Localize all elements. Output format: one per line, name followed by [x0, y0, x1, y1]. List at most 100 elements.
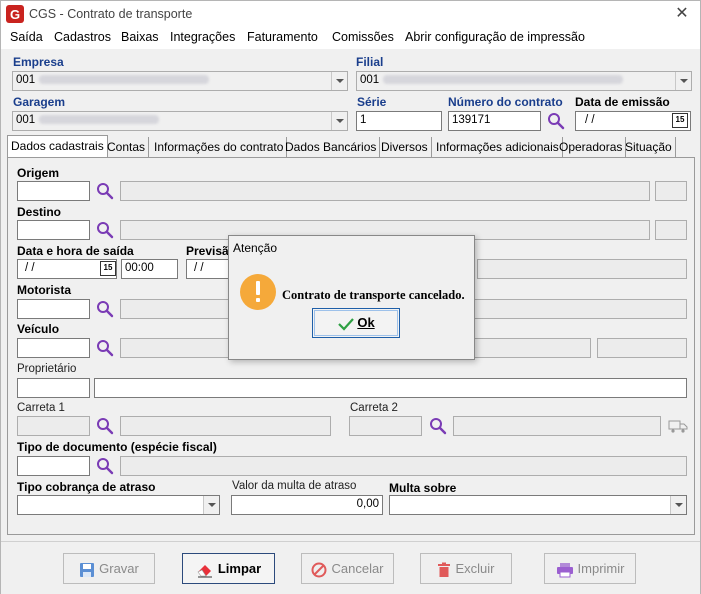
- filial-select[interactable]: 001: [356, 71, 692, 91]
- menu-cadastros[interactable]: Cadastros: [54, 30, 111, 44]
- tab-operadoras[interactable]: Operadoras: [556, 137, 627, 157]
- multa-sobre-label: Multa sobre: [389, 481, 457, 495]
- filial-code: 001: [360, 74, 380, 86]
- menu-integracoes[interactable]: Integrações: [170, 30, 235, 44]
- search-icon[interactable]: [547, 112, 565, 130]
- tipo-documento-code-input[interactable]: [17, 456, 90, 476]
- valor-multa-input[interactable]: 0,00: [231, 495, 383, 515]
- destino-label: Destino: [17, 205, 62, 219]
- tab-dados-bancarios[interactable]: Dados Bancários: [282, 137, 381, 157]
- veiculo-code-input[interactable]: [17, 338, 90, 358]
- tab-situacao[interactable]: Situação: [622, 137, 676, 157]
- imprimir-button[interactable]: Imprimir: [544, 553, 636, 584]
- menu-abrir-config-impressao[interactable]: Abrir configuração de impressão: [405, 30, 585, 44]
- serie-label: Série: [357, 95, 387, 109]
- garagem-name-redacted: [39, 115, 160, 125]
- chevron-down-icon[interactable]: [675, 72, 691, 90]
- veiculo-placa-field: [597, 338, 687, 358]
- previsao-value: / /: [194, 262, 204, 274]
- origem-code-input[interactable]: [17, 181, 90, 201]
- previsao-label: Previsã: [186, 244, 229, 258]
- excluir-button[interactable]: Excluir: [420, 553, 512, 584]
- search-icon[interactable]: [96, 417, 114, 435]
- numero-contrato-label: Número do contrato: [448, 95, 563, 109]
- garagem-code: 001: [16, 114, 36, 126]
- search-icon[interactable]: [96, 182, 114, 200]
- proprietario-label: Proprietário: [17, 363, 77, 375]
- carreta1-code-field: [17, 416, 90, 436]
- tab-informacoes-contrato[interactable]: Informações do contrato: [151, 137, 288, 157]
- origem-description-field: [120, 181, 650, 201]
- origem-uf-field: [655, 181, 687, 201]
- chevron-down-icon[interactable]: [331, 72, 347, 90]
- hora-saida-input[interactable]: 00:00: [121, 259, 178, 279]
- menu-saida[interactable]: Saída: [10, 30, 43, 44]
- floppy-disk-icon: [80, 562, 95, 577]
- search-icon[interactable]: [96, 221, 114, 239]
- cancelar-label: Cancelar: [331, 561, 384, 576]
- alert-dialog: Atenção Contrato de transporte cancelado…: [228, 235, 475, 360]
- origem-label: Origem: [17, 166, 60, 180]
- carreta2-label: Carreta 2: [350, 402, 398, 414]
- numero-contrato-input[interactable]: 139171: [448, 111, 541, 131]
- tipo-documento-label: Tipo de documento (espécie fiscal): [17, 440, 217, 454]
- empresa-select[interactable]: 001: [12, 71, 348, 91]
- eraser-icon: [197, 564, 212, 578]
- calendar-icon[interactable]: 15: [672, 113, 688, 128]
- serie-input[interactable]: 1: [356, 111, 442, 131]
- tipo-cobranca-label: Tipo cobrança de atraso: [17, 480, 156, 494]
- garagem-label: Garagem: [13, 95, 66, 109]
- destino-code-input[interactable]: [17, 220, 90, 240]
- tab-dados-cadastrais[interactable]: Dados cadastrais: [7, 135, 108, 157]
- data-saida-value: / /: [25, 262, 35, 274]
- svg-text:G: G: [10, 7, 20, 22]
- menu-baixas[interactable]: Baixas: [121, 30, 159, 44]
- imprimir-label: Imprimir: [577, 561, 625, 576]
- tab-informacoes-adicionais[interactable]: Informações adicionais: [433, 137, 563, 157]
- destino-uf-field: [655, 220, 687, 240]
- motorista-code-input[interactable]: [17, 299, 90, 319]
- search-icon[interactable]: [96, 339, 114, 357]
- veiculo-label: Veículo: [17, 322, 60, 336]
- tab-diversos[interactable]: Diversos: [378, 137, 432, 157]
- calendar-icon[interactable]: 15: [100, 261, 116, 276]
- proprietario-code-input[interactable]: [17, 378, 90, 398]
- action-bar: Gravar Limpar Cancelar Excluir Imprimir: [1, 541, 700, 594]
- carreta2-code-field: [349, 416, 422, 436]
- carreta2-description-field: [453, 416, 661, 436]
- chevron-down-icon[interactable]: [203, 496, 219, 514]
- menu-faturamento[interactable]: Faturamento: [247, 30, 318, 44]
- multa-sobre-select[interactable]: [389, 495, 687, 515]
- search-icon[interactable]: [96, 300, 114, 318]
- empresa-code: 001: [16, 74, 36, 86]
- empresa-name-redacted: [39, 75, 210, 85]
- tipo-cobranca-select[interactable]: [17, 495, 220, 515]
- warning-icon: [240, 274, 276, 310]
- limpar-label: Limpar: [217, 561, 262, 576]
- search-icon[interactable]: [429, 417, 447, 435]
- cancelar-button[interactable]: Cancelar: [301, 553, 394, 584]
- proprietario-name-input[interactable]: [94, 378, 687, 398]
- checkmark-icon: [338, 317, 355, 331]
- gravar-label: Gravar: [99, 561, 139, 576]
- garagem-select[interactable]: 001: [12, 111, 348, 131]
- dialog-message: Contrato de transporte cancelado.: [282, 288, 465, 302]
- carreta1-label: Carreta 1: [17, 402, 65, 414]
- dialog-title: Atenção: [233, 241, 278, 255]
- tipo-documento-description-field: [120, 456, 687, 476]
- search-icon[interactable]: [96, 457, 114, 475]
- previsao-extra-field: [477, 259, 687, 279]
- tab-contas[interactable]: Contas: [104, 137, 150, 157]
- gravar-button[interactable]: Gravar: [63, 553, 155, 584]
- ok-button[interactable]: Ok: [312, 308, 400, 338]
- data-emissao-label: Data de emissão: [575, 95, 670, 109]
- trash-icon: [438, 562, 451, 577]
- chevron-down-icon[interactable]: [670, 496, 686, 514]
- chevron-down-icon[interactable]: [331, 112, 347, 130]
- limpar-button[interactable]: Limpar: [182, 553, 275, 584]
- motorista-label: Motorista: [17, 283, 71, 297]
- menu-comissoes[interactable]: Comissões: [332, 30, 394, 44]
- valor-multa-label: Valor da multa de atraso: [232, 480, 357, 492]
- close-icon[interactable]: ✕: [672, 4, 692, 24]
- truck-icon[interactable]: [668, 419, 688, 433]
